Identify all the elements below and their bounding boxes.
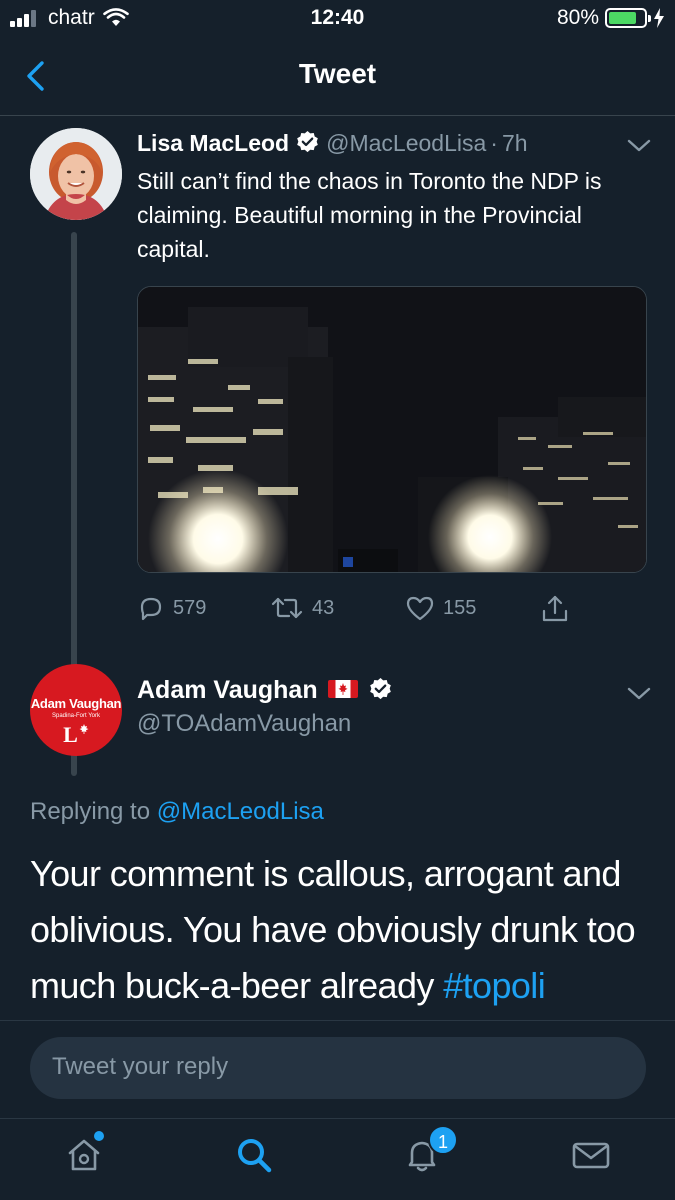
reply-input[interactable]: Tweet your reply [30,1037,646,1099]
messages-icon [572,1142,610,1169]
tweet-actions: 579 43 155 [137,594,657,624]
liberal-logo: L [30,722,122,748]
search-icon [238,1139,272,1173]
reply-action[interactable]: 579 [137,594,206,622]
avatar-name-text: Adam Vaughan [30,696,122,711]
reply-count: 579 [173,596,207,619]
author-handle[interactable]: @MacLeodLisa [326,130,486,156]
charging-icon [654,8,664,28]
battery-percent: 80% [556,6,599,29]
tweet-text: Still can’t find the chaos in Toronto th… [137,168,602,262]
liberal-logo-letter: L [63,722,78,747]
retweet-action[interactable]: 43 [270,594,334,622]
heart-icon [406,596,434,621]
tweet-photo[interactable] [137,286,647,573]
reply-icon [140,597,162,621]
status-right: 80% [557,6,665,30]
retweet-icon [271,597,303,619]
nav-bar: Tweet [0,38,675,116]
reply-bar: Tweet your reply [0,1020,675,1118]
tweet-age[interactable]: 7h [502,130,528,156]
chevron-down-icon[interactable] [626,686,652,702]
notifications-badge: 1 [428,1125,458,1155]
battery-cap [648,15,651,22]
share-icon [542,595,568,622]
battery-icon [605,8,651,28]
author-name[interactable]: Lisa MacLeod [137,130,289,156]
retweet-count: 43 [312,596,335,619]
home-new-dot [94,1131,104,1141]
tweet-header: Lisa MacLeod @MacLeodLisa · 7h [137,130,528,157]
reply-author-name: Adam Vaughan [137,676,393,705]
replying-to: Replying to @MacLeodLisa [30,798,324,826]
screen: chatr 12:40 80% Tweet Lisa MacLeod @MacL… [0,0,675,1200]
replying-mention[interactable]: @MacLeodLisa [157,798,324,825]
hashtag-link[interactable]: #topoli [443,965,545,1006]
verified-badge-icon [369,678,391,700]
avatar-adam-vaughan[interactable]: Adam Vaughan Spadina-Fort York L [30,664,122,756]
tab-search[interactable] [232,1133,276,1177]
like-count: 155 [443,596,477,619]
page-title: Tweet [298,58,377,89]
tab-bar: 1 [0,1118,675,1200]
tab-messages[interactable] [569,1133,613,1177]
replying-prefix: Replying to [30,798,151,825]
author-name[interactable]: Adam Vaughan [137,676,318,704]
share-action[interactable] [540,594,570,624]
reply-author-handle[interactable]: @TOAdamVaughan [137,710,351,738]
reply-tweet-text: Your comment is callous, arrogant and ob… [30,846,660,1014]
avatar-image [30,128,122,220]
photo-toronto-night [138,287,646,572]
separator-dot: · [490,130,498,156]
avatar-lisa-macleod[interactable] [30,128,122,220]
maple-leaf-icon [79,724,89,734]
parent-tweet[interactable]: Lisa MacLeod @MacLeodLisa · 7h Still can’t… [0,116,675,776]
battery-fill [609,12,637,24]
chevron-down-icon[interactable] [626,138,652,154]
avatar-sub-text: Spadina-Fort York [51,713,101,719]
canada-flag-icon [327,680,358,698]
verified-badge-icon [297,131,318,153]
status-bar: chatr 12:40 80% [0,0,675,38]
like-action[interactable]: 155 [405,594,476,622]
